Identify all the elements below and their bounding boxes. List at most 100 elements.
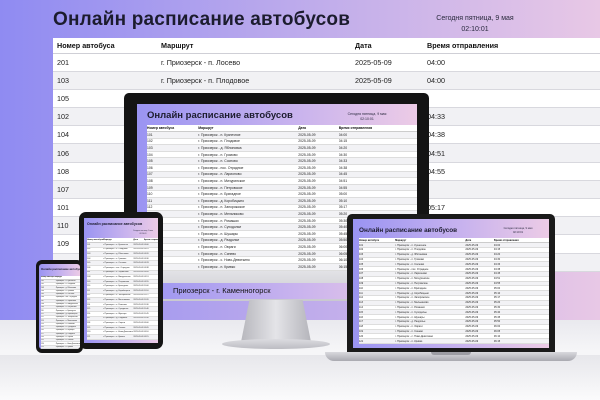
monitor-cell: 2025-05-09 [298, 223, 339, 231]
monitor-datetime: Сегодня пятница, 9 мая 02:10:01 [337, 112, 397, 122]
monitor-table-row: 112 г. Приозерск - п. Запорожское 2025-05-… [147, 204, 417, 212]
tablet-schedule-table: Номер автобусаМаршрутДатаВремя отправлен… [87, 238, 158, 340]
monitor-time: 02:10:01 [360, 117, 374, 121]
monitor-cell: г. Приозерск - с. Ново-Девяткино [198, 256, 299, 264]
monitor-cell: 106 [147, 164, 199, 172]
monitor-cell: г. Приозерск - п. Запорожское [198, 204, 299, 212]
monitor-cell: 2025-05-09 [298, 190, 339, 199]
monitor-cell: г. Приозерск - п. Петровское [198, 184, 299, 192]
monitor-table-row: 107 г. Приозерск - п. Ларионово 2025-05-09… [147, 171, 417, 179]
monitor-cell: 2025-05-09 [298, 138, 339, 146]
monitor-cell: г. Приозерск - д. Раздолье [198, 237, 299, 245]
monitor-cell: 101 [147, 131, 199, 139]
tablet-cell: г. Приозерск - п. Кривко [103, 334, 134, 340]
monitor-cell: 04:38 [338, 164, 417, 172]
current-date: Сегодня пятница, 9 мая [436, 15, 514, 22]
cell-bus-number: 103 [53, 71, 157, 90]
monitor-table-row: 104 г. Приозерск - п. Громово 2025-05-09 04… [147, 151, 417, 159]
monitor-header-cell: Маршрут [198, 125, 299, 133]
monitor-base [222, 339, 330, 349]
laptop-schedule-table: Номер автобуса Маршрут Дата Время отправлен… [359, 238, 549, 345]
monitor-cell: 04:00 [338, 131, 417, 139]
monitor-cell: 2025-05-09 [298, 177, 339, 185]
laptop-table-row: 121 г. Приозерск - п. Кривко 2025-05-09 06:… [359, 338, 549, 345]
monitor-cell: г. Приозерск - п. Мичуринское [198, 177, 299, 185]
monitor-cell: г. Приозерск - д. Коробицыно [198, 197, 299, 205]
cell-route: г. Приозерск - п. Лосево [157, 53, 351, 72]
laptop-cell: 2025-05-09 [465, 338, 494, 345]
phone-screen: Онлайн расписание автобусов Номер автобу… [39, 264, 80, 349]
monitor-header-row: Номер автобуса Маршрут Дата Время отправлен… [147, 125, 417, 133]
monitor-cell: 102 [147, 138, 199, 146]
phone-cell: 121 [41, 345, 55, 349]
cell-departure-time: 04:51 [423, 143, 600, 163]
tablet-page-title: Онлайн расписание автобусов [87, 222, 143, 226]
tablet-datetime: Сегодня пятница, 9 мая 02:10:01 [130, 230, 156, 235]
monitor-cell: 2025-05-09 [298, 243, 339, 251]
phone-schedule-table: Номер автобусаМаршрутДатаВремя отправлен… [41, 276, 80, 349]
header-route[interactable]: Маршрут [157, 38, 351, 54]
monitor-stand [241, 300, 311, 342]
monitor-cell: 103 [147, 144, 199, 152]
tablet-cell: 06:15 [143, 334, 158, 340]
header-bus-number[interactable]: Номер автобуса [53, 38, 157, 54]
monitor-cell: 2025-05-09 [298, 230, 339, 238]
monitor-table-row: 111 г. Приозерск - д. Коробицыно 2025-05-0… [147, 197, 417, 205]
phone-cell: г. Приозерск - п. Кривко [54, 345, 80, 349]
monitor-cell: 112 [147, 204, 199, 212]
monitor-cell: г. Приозерск - п. Ромашки [198, 217, 299, 225]
monitor-cell: 108 [147, 177, 199, 185]
monitor-cell: 04:55 [338, 184, 417, 192]
table-header-row: Номер автобуса Маршрут Дата Время отправ… [53, 38, 600, 54]
laptop-screen: Онлайн расписание автобусов Сегодня пятн… [353, 219, 549, 348]
monitor-cell: г. Приозерск - п. Суходолье [198, 223, 299, 231]
cell-departure-time: 04:00 [423, 71, 600, 90]
monitor-cell: 2025-05-09 [298, 151, 339, 159]
header-date[interactable]: Дата [351, 38, 423, 54]
monitor-cell: 105 [147, 157, 199, 166]
monitor-cell: 2025-05-09 [298, 144, 339, 152]
phone-page-title: Онлайн расписание автобусов [41, 267, 80, 271]
monitor-cell: г. Приозерск - п. Ларионово [198, 171, 299, 179]
monitor-page-title: Онлайн расписание автобусов [147, 110, 293, 121]
monitor-cell: г. Приозерск - п. Плодовое [198, 138, 299, 146]
cell-departure-time: 04:00 [423, 53, 600, 72]
monitor-cell: 04:51 [338, 177, 417, 185]
laptop-time: 02:10:01 [512, 230, 524, 234]
laptop-cell: 06:15 [493, 338, 549, 345]
monitor-cell: г. Приозерск - д. Яблоновка [198, 144, 299, 152]
page-header: Онлайн расписание автобусов Сегодня пятн… [0, 0, 600, 38]
monitor-cell: г. Приозерск - пос. Отрадное [198, 164, 299, 172]
monitor-cell: 05:10 [338, 197, 417, 205]
cell-bus-number: 201 [53, 53, 157, 72]
monitor-cell: 04:30 [338, 151, 417, 159]
tablet-screen: Онлайн расписание автобусов Сегодня пятн… [84, 218, 158, 343]
monitor-table-row: 106 г. Приозерск - пос. Отрадное 2025-05-0… [147, 164, 417, 172]
monitor-cell: г. Приозерск - п. Кузнечное [198, 131, 299, 139]
monitor-table-row: 103 г. Приозерск - д. Яблоновка 2025-05-09… [147, 144, 417, 152]
cell-date: 2025-05-09 [351, 71, 423, 90]
monitor-cell: 05:17 [338, 204, 417, 212]
cell-departure-time: 04:33 [423, 107, 600, 127]
tablet-cell: 2025-05-09 [133, 334, 144, 340]
phone-table-row: 121г. Приозерск - п. Кривко2025-05-0906:… [41, 345, 80, 349]
monitor-header-cell: Время отправления [338, 125, 417, 133]
monitor-cell: 111 [147, 197, 199, 205]
tablet-table-row: 121 г. Приозерск - п. Кривко 2025-05-09 06:… [87, 334, 158, 340]
monitor-table-row: 102 г. Приозерск - п. Плодовое 2025-05-09 0… [147, 138, 417, 146]
monitor-cell: 04:20 [338, 144, 417, 152]
laptop-page-title: Онлайн расписание автобусов [359, 227, 458, 234]
monitor-cell: г. Приозерск - п. Сосново [198, 157, 299, 166]
monitor-bottom-route: Приозерск - г. Каменногорск [173, 286, 271, 295]
monitor-cell: 2025-05-09 [298, 256, 339, 264]
monitor-cell: 2025-05-09 [298, 131, 339, 139]
monitor-cell: 2025-05-09 [298, 164, 339, 172]
page-title: Онлайн расписание автобусов [53, 9, 351, 30]
monitor-cell: 2025-05-09 [298, 197, 339, 205]
laptop-datetime: Сегодня пятница, 9 мая 02:10:01 [493, 227, 543, 234]
table-row: 103 г. Приозерск - п. Плодовое 2025-05-09 0… [53, 71, 600, 90]
monitor-cell: 2025-05-09 [298, 250, 339, 258]
monitor-header-cell: Дата [298, 125, 339, 133]
header-departure-time[interactable]: Время отправления [423, 38, 600, 54]
laptop-cell: 121 [359, 338, 396, 345]
